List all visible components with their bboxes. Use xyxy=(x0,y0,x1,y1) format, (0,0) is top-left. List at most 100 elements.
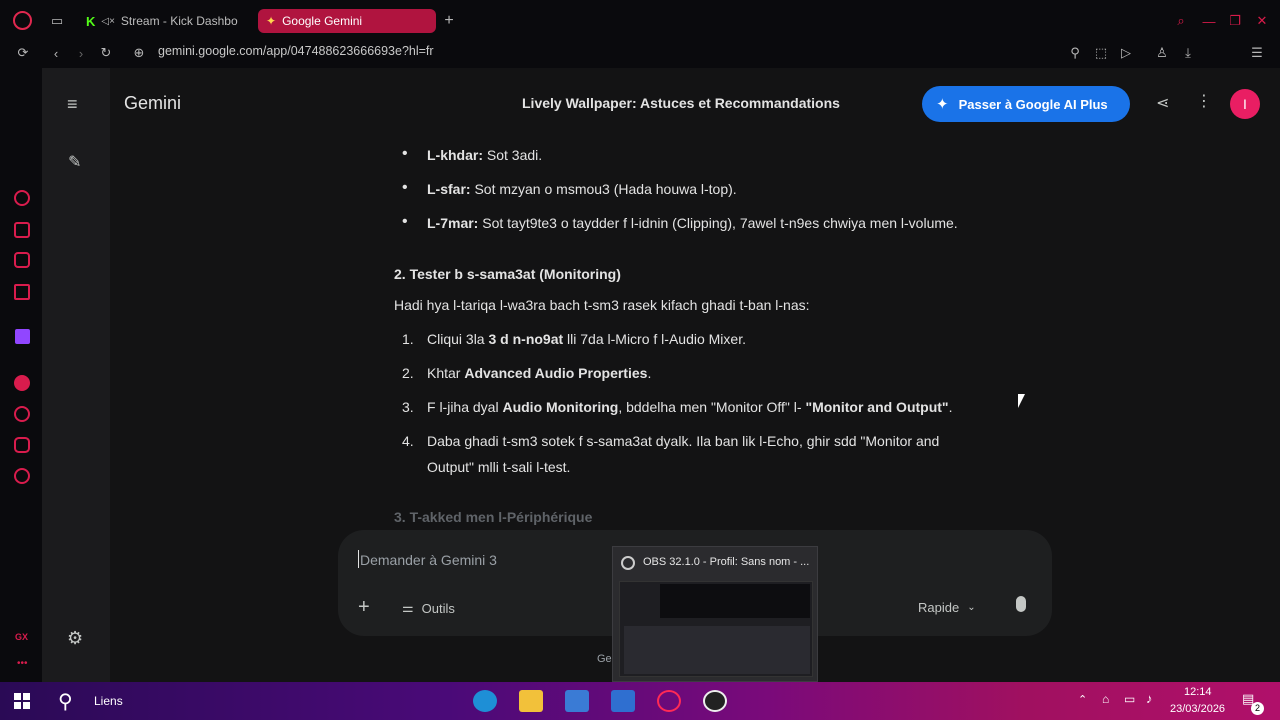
forward-icon[interactable]: › xyxy=(72,44,90,62)
mute-icon[interactable]: ◁× xyxy=(101,16,115,27)
sync-icon[interactable]: ⟳ xyxy=(14,44,32,62)
section-heading: 2. Tester b s-sama3at (Monitoring) xyxy=(394,266,621,282)
gemini-sparkle-icon: ✦ xyxy=(266,14,277,28)
microphone-icon[interactable] xyxy=(1016,596,1026,612)
tools-button[interactable]: ⚌ Outils xyxy=(402,600,455,616)
upgrade-button[interactable]: ✦ Passer à Google AI Plus xyxy=(922,86,1130,122)
share-icon[interactable]: ⋖ xyxy=(1156,93,1169,113)
step-text: F l-jiha dyal Audio Monitoring, bddelha … xyxy=(427,399,953,415)
edge-icon[interactable] xyxy=(473,690,497,712)
notification-badge: 2 xyxy=(1251,702,1264,715)
obs-window-preview xyxy=(619,581,813,677)
step-text: Cliqui 3la 3 d n-no9at lli 7da l-Micro f… xyxy=(427,331,746,347)
back-icon[interactable]: ‹ xyxy=(47,44,65,62)
list-item: L-khdar: Sot 3adi. xyxy=(427,147,543,163)
gx-corner-icon[interactable]: GX xyxy=(15,632,28,642)
screenshot-icon[interactable]: ⬚ xyxy=(1092,44,1110,62)
site-info-icon[interactable]: ⊕ xyxy=(130,44,148,62)
search-icon[interactable]: ⚲ xyxy=(58,689,73,714)
more-options-icon[interactable]: ⋮ xyxy=(1196,91,1212,111)
step-text: Daba ghadi t-sm3 sotek f s-sama3at dyalk… xyxy=(427,433,940,449)
opera-sidebar: GX ••• xyxy=(0,68,42,682)
list-item: L-7mar: Sot tayt9te3 o taydder f l-idnin… xyxy=(427,215,958,231)
footer-text: Ge xyxy=(597,653,612,665)
wallet-icon[interactable]: ♙ xyxy=(1153,44,1171,62)
gemini-brand[interactable]: Gemini xyxy=(124,93,181,114)
bullet-dot xyxy=(402,145,410,163)
history-icon[interactable] xyxy=(14,406,30,422)
mail-icon[interactable] xyxy=(611,690,635,712)
download-icon[interactable]: ⤓ xyxy=(1179,44,1197,62)
settings-icon[interactable]: ⚙ xyxy=(67,628,83,649)
text-caret xyxy=(358,550,359,568)
gmail-icon[interactable] xyxy=(14,284,30,300)
opera-gx-taskbar-icon[interactable] xyxy=(657,690,681,712)
file-explorer-icon[interactable] xyxy=(519,690,543,712)
browser-tab-bar: ▭ K ◁× Stream - Kick Dashboa ✦ Google Ge… xyxy=(0,0,1280,40)
extensions-icon[interactable] xyxy=(14,437,30,453)
url-field[interactable]: gemini.google.com/app/047488623666693e?h… xyxy=(158,44,434,58)
more-icon[interactable]: ••• xyxy=(17,658,28,669)
obs-taskbar-icon[interactable] xyxy=(703,690,727,712)
tab-label: Google Gemini xyxy=(282,14,363,28)
search-label[interactable]: Liens xyxy=(94,694,123,708)
tab-overview-icon[interactable]: ▭ xyxy=(48,12,66,30)
spotify-icon[interactable] xyxy=(14,375,30,391)
close-window-icon[interactable]: ✕ xyxy=(1253,12,1271,30)
kick-logo-icon: K xyxy=(86,13,96,29)
search-tabs-icon[interactable]: ⌕ xyxy=(1172,12,1190,30)
step-number: 3. xyxy=(402,399,414,415)
gemini-header: Gemini Lively Wallpaper: Astuces et Reco… xyxy=(110,68,1280,138)
clock-date[interactable]: 23/03/2026 xyxy=(1170,703,1225,715)
step-number: 2. xyxy=(402,365,414,381)
thumbnail-title: OBS 32.1.0 - Profil: Sans nom - ... xyxy=(643,556,810,568)
speed-dial-icon[interactable] xyxy=(14,190,30,206)
step-number: 4. xyxy=(402,433,414,449)
twitch-icon[interactable] xyxy=(15,329,30,344)
player-icon[interactable]: ▷ xyxy=(1117,44,1135,62)
network-icon[interactable]: ⌂ xyxy=(1102,692,1109,706)
easy-setup-icon[interactable]: ☰ xyxy=(1248,44,1266,62)
sparkle-icon: ✦ xyxy=(936,96,949,113)
windows-start-icon[interactable] xyxy=(14,693,30,709)
new-chat-icon[interactable]: ✎ xyxy=(68,152,81,172)
aria-icon[interactable] xyxy=(14,222,30,238)
avatar[interactable]: I xyxy=(1230,89,1260,119)
upgrade-label: Passer à Google AI Plus xyxy=(958,96,1108,112)
clock-time[interactable]: 12:14 xyxy=(1184,686,1212,698)
step-text: Output" mlli t-sali l-test. xyxy=(427,459,571,475)
tray-chevron-icon[interactable]: ⌃ xyxy=(1078,693,1087,706)
tab-google-gemini[interactable]: ✦ Google Gemini xyxy=(258,9,436,33)
tools-sliders-icon: ⚌ xyxy=(402,600,414,615)
chevron-down-icon: ⌄ xyxy=(967,602,976,613)
list-item: L-sfar: Sot mzyan o msmou3 (Hada houwa l… xyxy=(427,181,737,197)
store-icon[interactable] xyxy=(565,690,589,712)
menu-icon[interactable]: ≡ xyxy=(67,94,78,115)
windows-taskbar: ⚲ Liens ⌃ ⌂ ▭ ♪ 12:14 23/03/2026 ▤ 2 xyxy=(0,682,1280,720)
opera-logo-icon[interactable] xyxy=(13,11,32,30)
step-text: Khtar Advanced Audio Properties. xyxy=(427,365,652,381)
mouse-cursor-icon xyxy=(1018,394,1025,408)
messenger-icon[interactable] xyxy=(14,252,30,268)
bullet-dot xyxy=(402,213,410,231)
step-number: 1. xyxy=(402,331,414,347)
tab-label: Stream - Kick Dashboa xyxy=(120,14,238,28)
obs-taskbar-thumbnail[interactable]: OBS 32.1.0 - Profil: Sans nom - ... xyxy=(612,546,818,682)
reload-icon[interactable]: ↻ xyxy=(97,44,115,62)
pin-icon[interactable]: ⚲ xyxy=(1066,44,1084,62)
chat-title[interactable]: Lively Wallpaper: Astuces et Recommandat… xyxy=(522,95,840,111)
mode-selector[interactable]: Rapide ⌄ xyxy=(918,600,976,615)
new-tab-icon[interactable]: + xyxy=(440,12,458,30)
restore-icon[interactable]: ❐ xyxy=(1226,12,1244,30)
add-attachment-icon[interactable]: + xyxy=(358,596,370,619)
obs-logo-icon xyxy=(621,556,635,570)
bullet-dot xyxy=(402,179,410,197)
settings-gear-icon[interactable] xyxy=(14,468,30,484)
volume-icon[interactable]: ♪ xyxy=(1146,691,1153,706)
display-icon[interactable]: ▭ xyxy=(1124,692,1135,706)
gemini-nav-rail: ≡ ✎ ⚙ xyxy=(42,68,110,682)
tab-kick-dashboard[interactable]: K ◁× Stream - Kick Dashboa xyxy=(78,9,246,33)
prompt-input[interactable]: Demander à Gemini 3 xyxy=(360,552,497,568)
section-heading: 3. T-akked men l-Périphérique xyxy=(394,509,593,525)
minimize-icon[interactable]: — xyxy=(1200,12,1218,30)
